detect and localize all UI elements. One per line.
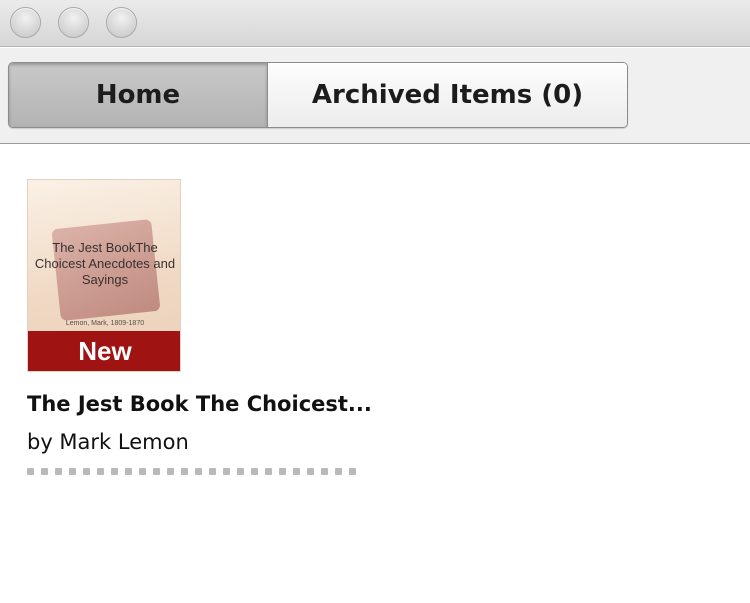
progress-dot — [181, 468, 188, 475]
progress-dot — [209, 468, 216, 475]
cover-author-text: Lemon, Mark, 1809-1870 — [65, 320, 145, 327]
progress-dot — [27, 468, 34, 475]
progress-dot — [321, 468, 328, 475]
progress-dot — [83, 468, 90, 475]
new-badge: New — [28, 331, 180, 371]
book-author: by Mark Lemon — [27, 430, 189, 454]
progress-dot — [97, 468, 104, 475]
tab-home[interactable]: Home — [9, 63, 268, 127]
progress-dot — [237, 468, 244, 475]
progress-dot — [293, 468, 300, 475]
progress-dot — [125, 468, 132, 475]
progress-dot — [167, 468, 174, 475]
zoom-window-icon[interactable] — [106, 7, 137, 38]
book-item[interactable]: The Jest BookThe Choicest Anecdotes and … — [27, 179, 427, 475]
progress-dot — [349, 468, 356, 475]
progress-dot — [335, 468, 342, 475]
toolbar: Home Archived Items (0) — [0, 48, 750, 144]
reading-progress-indicator — [27, 468, 427, 475]
progress-dot — [279, 468, 286, 475]
progress-dot — [223, 468, 230, 475]
progress-dot — [41, 468, 48, 475]
view-switcher: Home Archived Items (0) — [8, 62, 628, 128]
tab-archived-items[interactable]: Archived Items (0) — [268, 63, 627, 127]
title-bar — [0, 0, 750, 47]
app-window: Home Archived Items (0) The Jest BookThe… — [0, 0, 750, 603]
progress-dot — [111, 468, 118, 475]
progress-dot — [153, 468, 160, 475]
minimize-window-icon[interactable] — [58, 7, 89, 38]
progress-dot — [251, 468, 258, 475]
cover-title-text: The Jest BookThe Choicest Anecdotes and … — [34, 240, 176, 287]
library-content: The Jest BookThe Choicest Anecdotes and … — [0, 145, 750, 603]
progress-dot — [195, 468, 202, 475]
progress-dot — [307, 468, 314, 475]
progress-dot — [69, 468, 76, 475]
book-title[interactable]: The Jest Book The Choicest... — [27, 392, 427, 416]
close-window-icon[interactable] — [10, 7, 41, 38]
progress-dot — [55, 468, 62, 475]
progress-dot — [265, 468, 272, 475]
progress-dot — [139, 468, 146, 475]
book-cover[interactable]: The Jest BookThe Choicest Anecdotes and … — [27, 179, 181, 372]
